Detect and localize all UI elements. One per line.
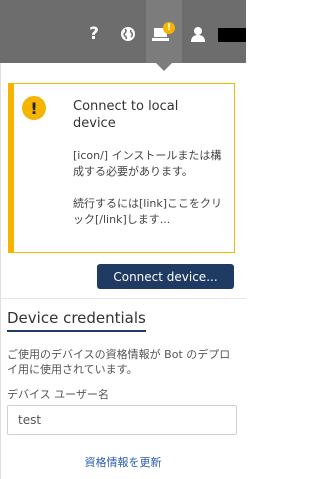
divider — [0, 298, 246, 299]
username-input[interactable] — [7, 405, 237, 435]
alert-body-line1: [icon/] インストールまたは構成する必要があります。 — [73, 149, 222, 178]
panel-caret — [156, 63, 172, 71]
user-icon[interactable] — [188, 24, 208, 44]
username-label: デバイス ユーザー名 — [7, 388, 109, 401]
credentials-description: ご使用のデバイスの資格情報が Bot のデプロイ用に使用されています。 — [7, 348, 231, 376]
warning-icon: ! — [22, 96, 46, 120]
help-icon[interactable]: ? — [84, 24, 104, 44]
connect-device-button[interactable]: Connect device... — [97, 264, 234, 289]
notification-badge: ! — [163, 22, 175, 34]
alert-title: Connect to local device — [73, 99, 179, 131]
alert-body-line2[interactable]: 続行するには[link]ここをクリック[/link]します... — [73, 196, 228, 228]
globe-icon[interactable] — [118, 24, 138, 44]
alert-body: [icon/] インストールまたは構成する必要があります。 続行するには[lin… — [73, 148, 228, 228]
redacted-username — [218, 28, 246, 42]
update-credentials-link[interactable]: 資格情報を更新 — [0, 454, 246, 470]
credentials-title: Device credentials — [7, 309, 146, 332]
